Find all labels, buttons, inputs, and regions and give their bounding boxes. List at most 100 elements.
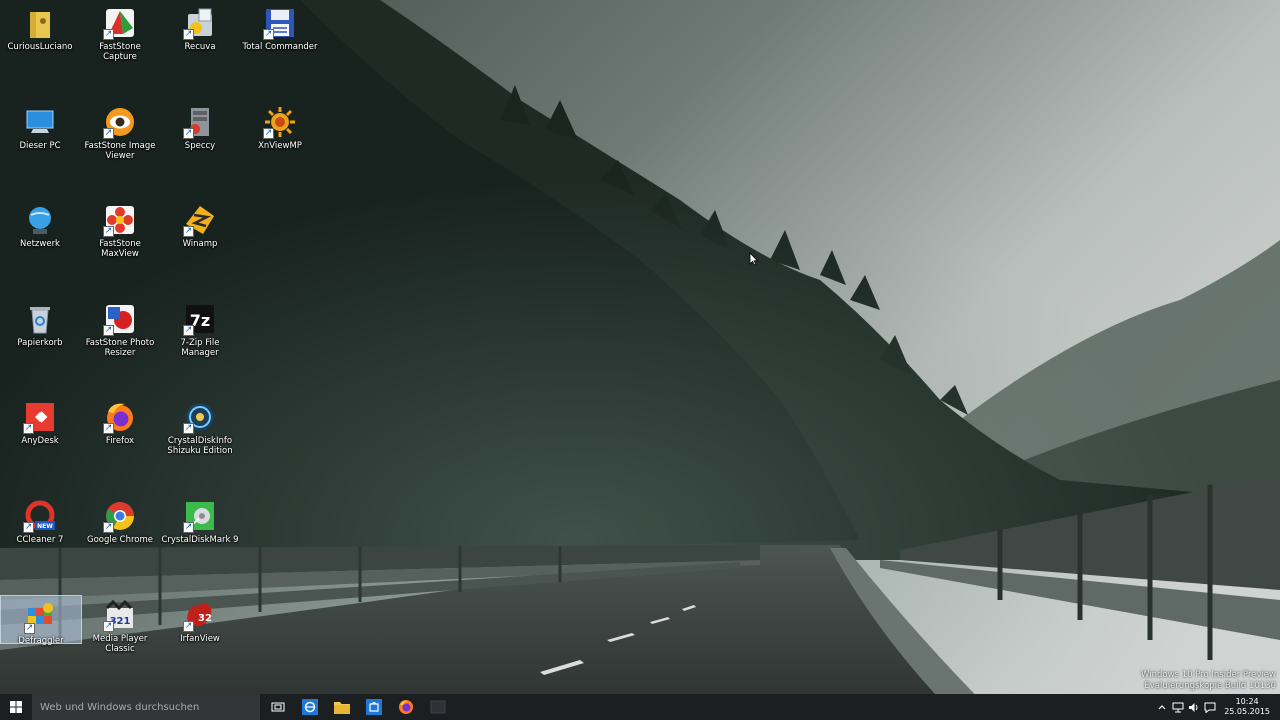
shortcut-arrow-icon: ↗ [183,620,194,632]
desktop-icon-netzwerk[interactable]: Netzwerk [1,199,79,279]
crystaldiskinfo-icon: ↗ [183,400,217,435]
folder-user-icon [23,6,57,40]
desktop-icon-winamp[interactable]: ↗ Winamp [161,199,239,279]
desktop-icon-media-player-classic[interactable]: 321 ↗ Media Player Classic [81,594,159,674]
taskbar-store[interactable] [358,694,390,720]
desktop-icon-7-zip-file-manager[interactable]: 7z ↗ 7-Zip File Manager [161,298,239,378]
shortcut-arrow-icon: ↗ [183,522,194,533]
desktop-icon-crystaldiskinfo-shizuku-edition[interactable]: ↗ CrystalDiskInfo Shizuku Edition [161,396,239,476]
desktop-icon-papierkorb[interactable]: Papierkorb [1,298,79,378]
recuva-icon: ↗ [183,6,217,40]
shortcut-arrow-icon: ↗ [23,423,34,435]
desktop-icon-label: Netzwerk [20,239,60,250]
desktop-icon-label: Media Player Classic [92,633,148,654]
computer-icon [23,105,57,139]
desktop-icon-google-chrome[interactable]: ↗ Google Chrome [81,495,159,575]
file-explorer-icon [334,702,350,714]
desktop-icon-label: FastStone Capture [99,42,141,62]
shortcut-arrow-icon: ↗ [263,127,274,139]
floppy-disk-icon: ↗ [263,6,297,40]
taskbar-internet-explorer[interactable] [294,694,326,720]
anydesk-icon: ↗ [23,400,57,435]
taskbar-file-explorer[interactable] [326,694,358,720]
firefox-icon: ↗ [103,400,137,435]
desktop-icon-label: IrfanView [180,633,220,644]
windows-watermark: Windows 10 Pro Insider Preview Evaluieru… [1141,670,1276,692]
desktop-icon-total-commander[interactable]: ↗ Total Commander [241,2,319,82]
desktop-icon-defraggler[interactable]: ↗ Defraggler [0,595,82,646]
svg-text:32: 32 [198,613,212,624]
speccy-icon: ↗ [183,105,217,139]
desktop-icon-label: Defraggler [18,636,64,646]
desktop-icon-curiousluciano[interactable]: CuriousLuciano [1,2,79,82]
irfanview-icon: 32 ↗ [183,598,217,632]
search-input[interactable]: Web und Windows durchsuchen [32,694,260,720]
action-center-button[interactable] [1202,694,1218,720]
search-placeholder: Web und Windows durchsuchen [40,701,200,713]
desktop-icon-label: Recuva [184,42,216,52]
desktop-icon-faststone-image-viewer[interactable]: ↗ FastStone Image Viewer [81,101,159,181]
shortcut-arrow-icon: ↗ [183,423,194,435]
shortcut-arrow-icon: ↗ [183,127,194,139]
shortcut-arrow-icon: ↗ [103,620,114,632]
desktop-icon-label: CrystalDiskInfo Shizuku Edition [167,436,233,457]
chrome-icon: ↗ [103,499,137,533]
network-icon [1172,702,1184,712]
desktop-icon-anydesk[interactable]: ↗ AnyDesk [1,396,79,476]
volume-tray-button[interactable] [1186,694,1202,720]
desktop-icon-recuva[interactable]: ↗ Recuva [161,2,239,82]
shortcut-arrow-icon: ↗ [23,522,34,533]
shortcut-arrow-icon: ↗ [103,226,114,238]
network-tray-button[interactable] [1170,694,1186,720]
taskbar-firefox[interactable] [390,694,422,720]
desktop-icon-firefox[interactable]: ↗ Firefox [81,396,159,476]
desktop-icon-label: FastStone MaxView [99,239,141,260]
flower-icon: ↗ [103,203,137,238]
desktop-icon-faststone-capture[interactable]: ↗ FastStone Capture [81,2,159,82]
desktop-icon-label: FastStone Photo Resizer [85,337,155,358]
watermark-edition: Windows 10 Pro Insider Preview [1141,670,1276,680]
show-hidden-icons-button[interactable] [1154,694,1170,720]
desktop-icon-label: Google Chrome [86,535,154,545]
photo-resizer-icon: ↗ [103,302,137,336]
svg-text:NEW: NEW [37,523,53,530]
desktop-icon-label: Speccy [184,140,216,151]
shortcut-arrow-icon: ↗ [183,29,194,40]
system-tray: 10:24 25.05.2015 [1154,694,1280,720]
chevron-up-icon [1158,705,1166,710]
xnview-icon: ↗ [263,105,297,139]
notification-icon [1204,702,1216,713]
clock-time: 10:24 [1235,697,1259,706]
task-view-button[interactable] [262,694,294,720]
desktop-icon-label: FastStone Image Viewer [84,140,156,161]
desktop-icon-label: CCleaner 7 [16,535,64,545]
watermark-build: Evaluierungskopie Build 10130 [1144,681,1276,691]
desktop-icon-label: Winamp [182,239,218,250]
crystaldiskmark-icon: ↗ [183,499,217,533]
shortcut-arrow-icon: ↗ [103,522,114,533]
faststone-capture-icon: ↗ [103,6,137,40]
taskbar: Web und Windows durchsuchen 10:24 25.05.… [0,694,1280,720]
firefox-icon [399,700,413,714]
desktop-icon-dieser-pc[interactable]: Dieser PC [1,101,79,181]
desktop-icon-speccy[interactable]: ↗ Speccy [161,101,239,181]
task-view-icon [271,702,285,712]
shortcut-arrow-icon: ↗ [183,226,194,238]
desktop-icon-xnviewmp[interactable]: ↗ XnViewMP [241,101,319,181]
desktop-icon-faststone-photo-resizer[interactable]: ↗ FastStone Photo Resizer [81,298,159,378]
defraggler-icon: ↗ [24,600,58,634]
clock-date: 25.05.2015 [1224,707,1270,716]
desktop-icon-label: 7-Zip File Manager [180,337,220,358]
speaker-icon [1189,702,1198,712]
desktop-icon-crystaldiskmark-9[interactable]: ↗ CrystalDiskMark 9 [161,495,239,575]
desktop-icon-faststone-maxview[interactable]: ↗ FastStone MaxView [81,199,159,279]
shortcut-arrow-icon: ↗ [183,324,194,336]
desktop-icon-label: Papierkorb [17,337,63,348]
taskbar-app[interactable] [422,694,454,720]
start-button[interactable] [0,694,32,720]
desktop-icon-ccleaner-7[interactable]: NEW ↗ CCleaner 7 [1,495,79,575]
desktop-icon-irfanview[interactable]: 32 ↗ IrfanView [161,594,239,674]
desktop-icon-label: AnyDesk [21,436,59,447]
desktop-icon-label: CuriousLuciano [7,42,73,52]
taskbar-clock[interactable]: 10:24 25.05.2015 [1218,697,1280,717]
